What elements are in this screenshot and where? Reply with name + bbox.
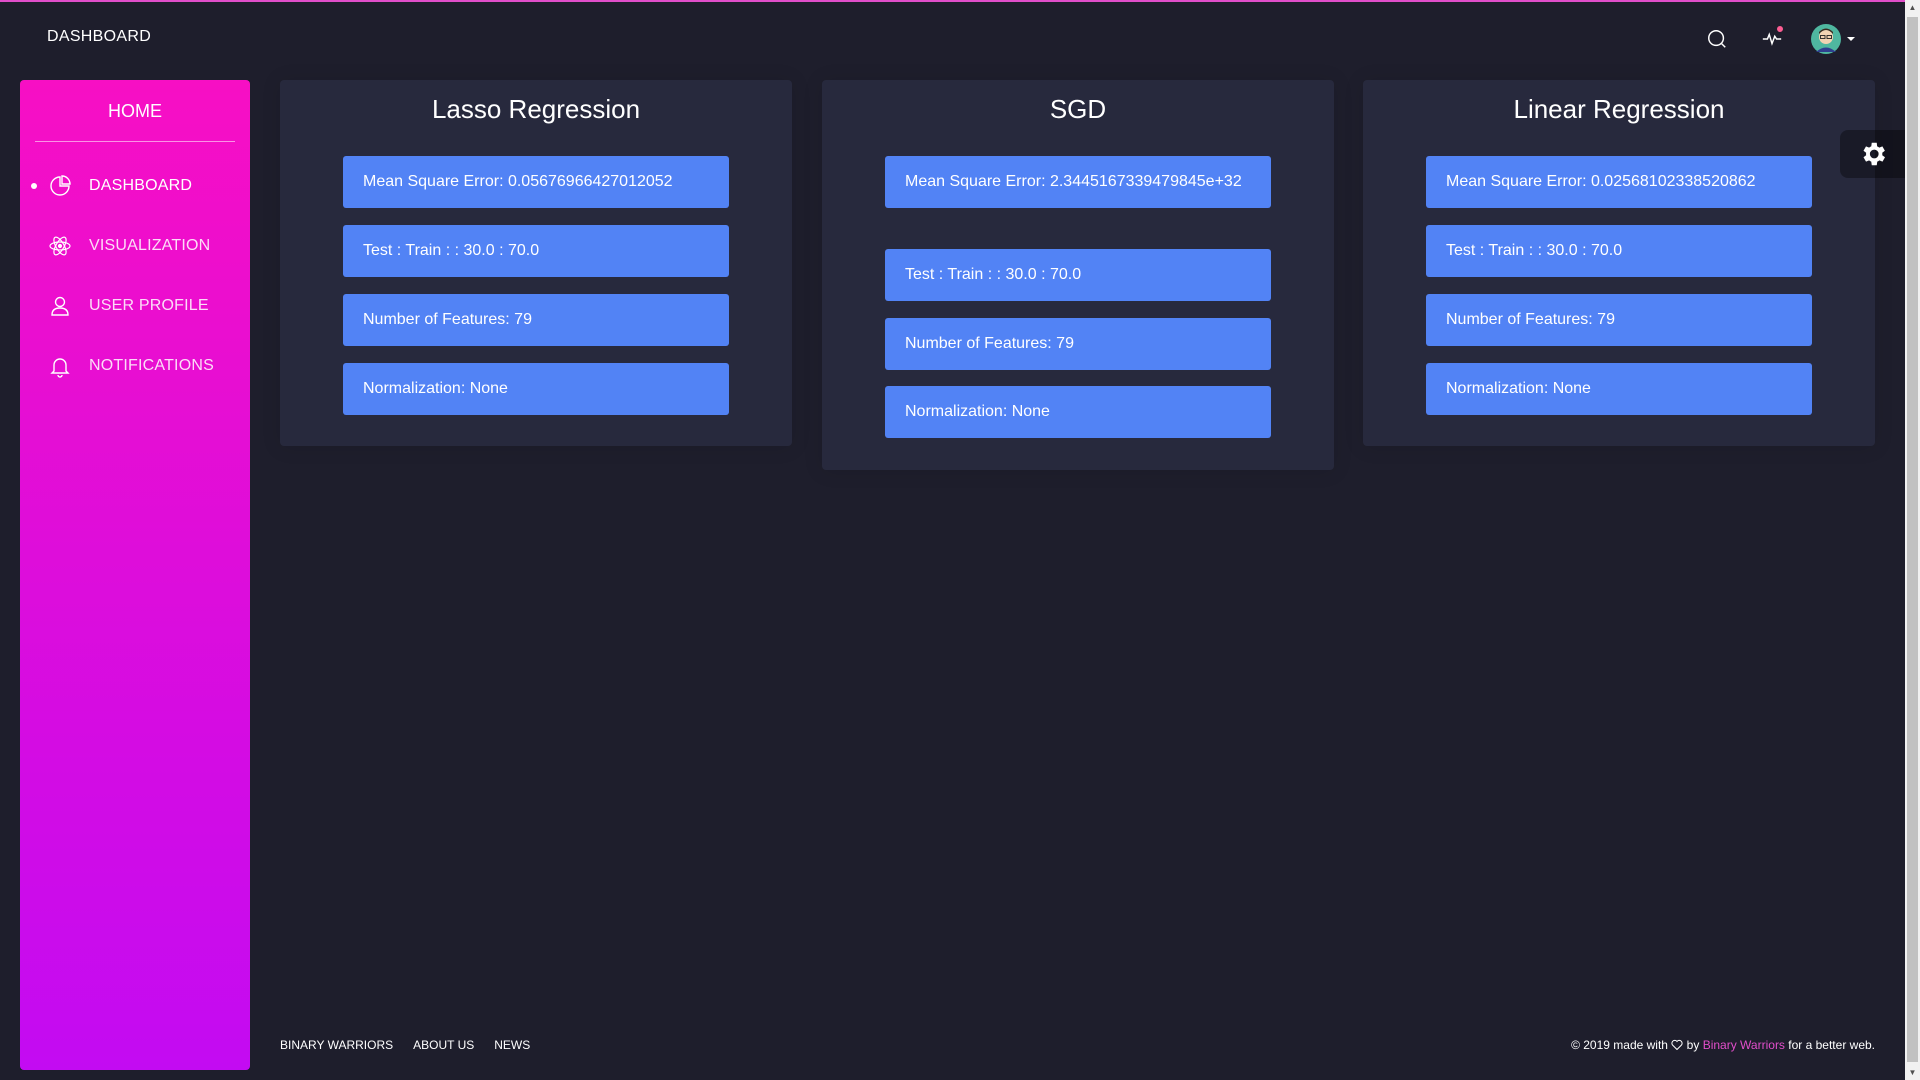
footer-copyright: © 2019 made with by Binary Warriors for …: [1571, 1038, 1875, 1052]
footer-brand-link[interactable]: Binary Warriors: [1703, 1038, 1785, 1052]
footer: BINARY WARRIORS ABOUT US NEWS © 2019 mad…: [280, 1038, 1875, 1058]
card-title: SGD: [1049, 94, 1107, 124]
bell-icon: [50, 358, 70, 378]
footer-links: BINARY WARRIORS ABOUT US NEWS: [280, 1038, 530, 1052]
notifications-button[interactable]: [1755, 22, 1789, 56]
sidebar-item-dashboard[interactable]: DASHBOARD: [20, 166, 250, 206]
split-pill: Test : Train : : 30.0 : 70.0: [343, 225, 729, 277]
sidebar: HOME DASHBOARD VISUALIZATION USER PROFIL…: [20, 80, 250, 1070]
user-icon: [51, 296, 69, 316]
copyright-suffix: for a better web.: [1788, 1038, 1875, 1052]
sidebar-logo[interactable]: HOME: [35, 80, 235, 142]
atom-icon: [49, 236, 71, 256]
settings-toggle-button[interactable]: [1840, 130, 1905, 178]
normalization-pill: Normalization: None: [343, 363, 729, 415]
search-icon: [1708, 30, 1726, 48]
sidebar-item-label: NOTIFICATIONS: [89, 357, 214, 374]
scroll-up-arrow[interactable]: ▲: [1905, 0, 1920, 15]
features-pill: Number of Features: 79: [885, 318, 1271, 370]
split-pill: Test : Train : : 30.0 : 70.0: [1426, 225, 1812, 277]
gear-icon: [1863, 142, 1885, 166]
page-scrollbar[interactable]: ▲ ▼: [1905, 0, 1920, 1080]
sidebar-item-label: DASHBOARD: [89, 177, 193, 194]
footer-link-about-us[interactable]: ABOUT US: [413, 1038, 474, 1052]
active-indicator: [31, 183, 37, 189]
sidebar-item-notifications[interactable]: NOTIFICATIONS: [20, 346, 250, 386]
heart-icon: [1671, 1039, 1683, 1051]
scroll-thumb[interactable]: [1907, 17, 1918, 1062]
features-pill: Number of Features: 79: [1426, 294, 1812, 346]
mse-pill: Mean Square Error: 2.3445167339479845e+3…: [885, 156, 1271, 208]
sidebar-item-label: VISUALIZATION: [89, 237, 211, 254]
sidebar-item-visualization[interactable]: VISUALIZATION: [20, 226, 250, 266]
copyright-by: by: [1686, 1038, 1700, 1052]
mse-pill: Mean Square Error: 0.05676966427012052: [343, 156, 729, 208]
model-card-lasso: Lasso Regression Mean Square Error: 0.05…: [280, 80, 792, 446]
sidebar-item-label: USER PROFILE: [89, 297, 209, 314]
mse-pill: Mean Square Error: 0.02568102338520862: [1426, 156, 1812, 208]
footer-link-binary-warriors[interactable]: BINARY WARRIORS: [280, 1038, 393, 1052]
card-title: Lasso Regression: [431, 94, 641, 124]
avatar-icon: [1811, 24, 1841, 54]
sidebar-item-user-profile[interactable]: USER PROFILE: [20, 286, 250, 326]
notification-dot: [1777, 26, 1783, 32]
card-title: Linear Regression: [1513, 94, 1725, 124]
search-button[interactable]: [1700, 22, 1734, 56]
scroll-down-arrow[interactable]: ▼: [1905, 1065, 1920, 1080]
top-navbar: DASHBOARD: [0, 2, 1905, 72]
user-menu-button[interactable]: [1810, 22, 1856, 56]
features-pill: Number of Features: 79: [343, 294, 729, 346]
model-card-sgd: SGD Mean Square Error: 2.344516733947984…: [822, 80, 1334, 470]
navbar-brand[interactable]: DASHBOARD: [47, 28, 151, 46]
pie-chart-icon: [50, 175, 71, 196]
footer-link-news[interactable]: NEWS: [494, 1038, 530, 1052]
normalization-pill: Normalization: None: [1426, 363, 1812, 415]
copyright-prefix: © 2019 made with: [1571, 1038, 1668, 1052]
model-card-linear: Linear Regression Mean Square Error: 0.0…: [1363, 80, 1875, 446]
normalization-pill: Normalization: None: [885, 386, 1271, 438]
split-pill: Test : Train : : 30.0 : 70.0: [885, 249, 1271, 301]
caret-down-icon: [1847, 37, 1855, 41]
